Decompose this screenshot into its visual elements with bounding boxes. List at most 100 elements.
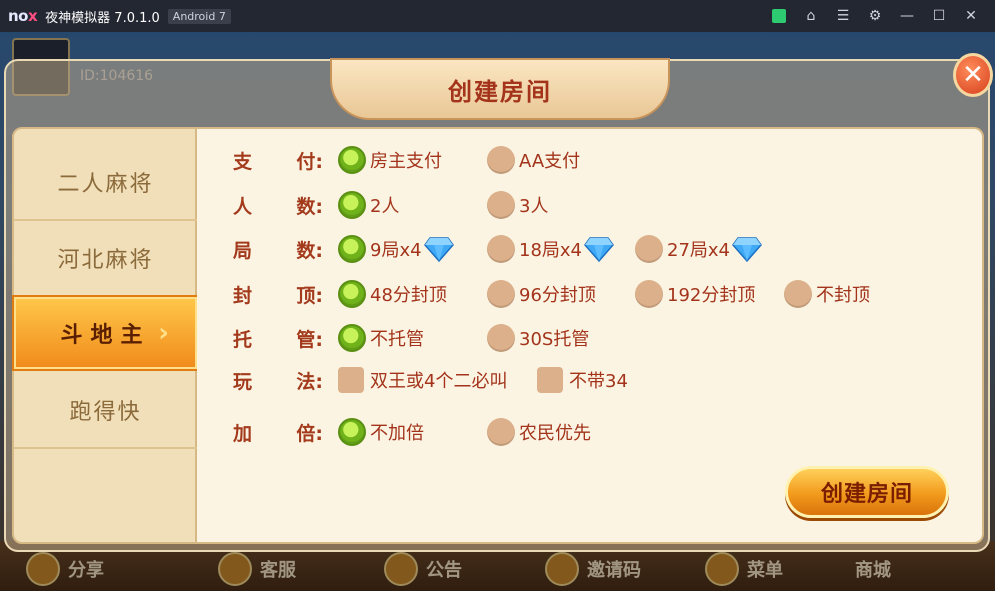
diamond-icon: [732, 237, 762, 262]
option-radio[interactable]: 9局x4: [338, 234, 454, 264]
option-row: 支 付: 房主支付 AA支付: [233, 145, 973, 175]
shirt-icon[interactable]: ⌂: [795, 0, 827, 32]
android-version-badge: Android 7: [167, 8, 231, 24]
option-row-label: 封 顶:: [233, 281, 323, 308]
radio-selected-icon: [338, 324, 366, 352]
option-row: 封 顶: 48分封顶 96分封顶 192分封顶 不封顶: [233, 279, 973, 309]
option-label: 3人: [519, 196, 549, 217]
option-radio[interactable]: 30S托管: [487, 323, 589, 353]
close-icon[interactable]: ✕: [955, 0, 987, 32]
checkbox-icon: [338, 367, 364, 393]
label-char: 玩: [233, 370, 253, 393]
sidebar-item-hebei-majiang[interactable]: 河北麻将: [14, 221, 197, 297]
option-row: 托 管: 不托管 30S托管: [233, 323, 973, 353]
radio-unselected-icon: [784, 280, 812, 308]
minimize-icon[interactable]: —: [891, 0, 923, 32]
option-row-label: 局 数:: [233, 236, 323, 263]
option-radio[interactable]: 48分封顶: [338, 279, 447, 309]
window-title: 夜神模拟器 7.0.1.0: [45, 10, 160, 26]
option-checkbox[interactable]: 双王或4个二必叫: [338, 365, 507, 395]
label-char: 顶:: [296, 284, 323, 307]
option-label: 48分封顶: [370, 285, 447, 306]
close-icon: ✕: [962, 60, 984, 90]
radio-selected-icon: [338, 146, 366, 174]
sidebar-item-label: 斗地主: [60, 323, 151, 348]
option-row: 局 数: 9局x4 18局x4 27局x4: [233, 234, 973, 264]
sidebar-item-paodekuai[interactable]: 跑得快: [14, 373, 197, 449]
sidebar-item-doudizhu[interactable]: 斗地主 ›: [12, 295, 199, 371]
create-room-button[interactable]: 创建房间: [785, 466, 949, 518]
emulator-titlebar: nox 夜神模拟器 7.0.1.0 Android 7 ⌂ ☰ ⚙ — ☐ ✕: [0, 0, 995, 32]
option-label: 2人: [370, 196, 400, 217]
option-radio[interactable]: 2人: [338, 190, 399, 220]
chevron-right-icon: ›: [158, 318, 177, 348]
option-label: 双王或4个二必叫: [370, 371, 508, 392]
game-type-sidebar: 二人麻将 河北麻将 斗地主 › 跑得快: [12, 127, 199, 544]
option-row-label: 人 数:: [233, 192, 323, 219]
dialog-title: 创建房间: [448, 77, 552, 106]
option-radio[interactable]: 不加倍: [338, 417, 424, 447]
radio-unselected-icon: [487, 418, 515, 446]
maximize-icon[interactable]: ☐: [923, 0, 955, 32]
option-label: 不加倍: [370, 423, 424, 444]
option-row-label: 加 倍:: [233, 419, 323, 446]
option-label: 30S托管: [519, 329, 590, 350]
radio-unselected-icon: [635, 280, 663, 308]
option-radio[interactable]: 不封顶: [784, 279, 870, 309]
option-label: AA支付: [519, 151, 581, 172]
option-checkbox[interactable]: 不带34: [537, 365, 628, 395]
option-label: 96分封顶: [519, 285, 596, 306]
radio-selected-icon: [338, 280, 366, 308]
label-char: 倍:: [296, 422, 323, 445]
dialog-close-button[interactable]: ✕: [953, 53, 993, 97]
option-row-label: 玩 法:: [233, 367, 323, 394]
label-char: 人: [233, 195, 253, 218]
sidebar-item-erren-majiang[interactable]: 二人麻将: [14, 145, 197, 221]
option-label: 27局x4: [667, 240, 731, 261]
option-label: 不封顶: [816, 285, 870, 306]
option-row: 人 数: 2人 3人: [233, 190, 973, 220]
label-char: 封: [233, 284, 253, 307]
option-row-label: 支 付:: [233, 147, 323, 174]
label-char: 支: [233, 150, 253, 173]
option-label: 18局x4: [519, 240, 583, 261]
nox-logo: nox: [8, 7, 38, 25]
dialog-header: 创建房间: [330, 58, 670, 120]
option-label: 不托管: [370, 329, 424, 350]
menu-icon[interactable]: ☰: [827, 0, 859, 32]
radio-selected-icon: [338, 235, 366, 263]
option-row: 玩 法: 双王或4个二必叫 不带34: [233, 365, 973, 395]
option-label: 不带34: [569, 371, 628, 392]
diamond-icon: [423, 237, 454, 262]
option-radio[interactable]: 农民优先: [487, 417, 591, 447]
radio-unselected-icon: [487, 235, 515, 263]
option-radio[interactable]: 18局x4: [487, 234, 614, 264]
label-char: 法:: [296, 370, 323, 393]
store-icon[interactable]: [763, 0, 795, 32]
radio-unselected-icon: [487, 280, 515, 308]
label-char: 数:: [296, 239, 323, 262]
radio-selected-icon: [338, 191, 366, 219]
radio-selected-icon: [338, 418, 366, 446]
settings-icon[interactable]: ⚙: [859, 0, 891, 32]
radio-unselected-icon: [635, 235, 663, 263]
option-label: 房主支付: [370, 151, 442, 172]
option-radio[interactable]: 96分封顶: [487, 279, 596, 309]
option-row: 加 倍: 不加倍 农民优先: [233, 417, 973, 447]
checkbox-icon: [537, 367, 563, 393]
radio-unselected-icon: [487, 324, 515, 352]
label-char: 加: [233, 422, 253, 445]
radio-unselected-icon: [487, 146, 515, 174]
label-char: 托: [233, 328, 253, 351]
option-radio[interactable]: 房主支付: [338, 145, 442, 175]
option-radio[interactable]: 27局x4: [635, 234, 762, 264]
option-radio[interactable]: 192分封顶: [635, 279, 755, 309]
diamond-icon: [584, 237, 614, 262]
option-label: 9局x4: [370, 240, 422, 261]
option-radio[interactable]: AA支付: [487, 145, 580, 175]
label-char: 数:: [296, 195, 323, 218]
option-radio[interactable]: 3人: [487, 190, 548, 220]
label-char: 局: [233, 239, 253, 262]
label-char: 付:: [296, 150, 323, 173]
option-radio[interactable]: 不托管: [338, 323, 424, 353]
